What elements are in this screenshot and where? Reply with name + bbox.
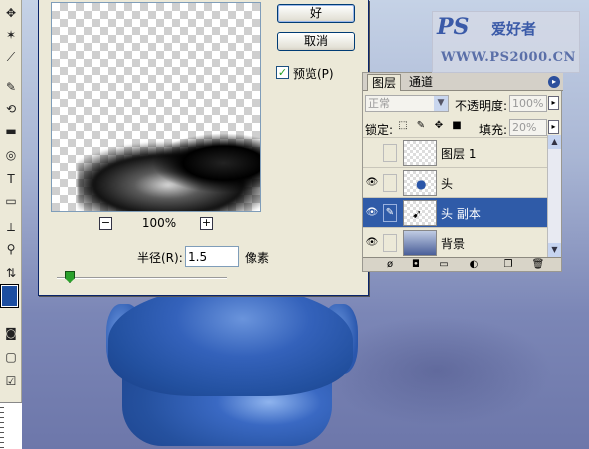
layers-panel-toolbar: ø ◘ ▭ ◐ ❐ 🗑 [363, 257, 561, 271]
tab-layers[interactable]: 图层 [367, 74, 402, 91]
new-group-icon[interactable]: ▭ [437, 258, 451, 272]
canvas-artwork [22, 286, 589, 449]
blue-head-shape [108, 286, 353, 396]
watermark-logo: PS [437, 14, 470, 40]
shape-tool-icon[interactable]: ▭ [2, 192, 20, 210]
adjustment-layer-icon[interactable]: ◐ [467, 258, 481, 272]
chevron-down-icon: ▼ [434, 96, 448, 111]
layer-row-selected[interactable]: 👁 ✎ ➹ 头 副本 [363, 197, 549, 227]
watermark-tagline: 爱好者 [491, 20, 537, 38]
layers-scrollbar[interactable]: ▲ ▼ [547, 135, 561, 257]
new-layer-icon[interactable]: ❐ [501, 258, 515, 272]
quick-mask-icon[interactable]: ◙ [2, 324, 20, 342]
layers-panel: 图层 通道 ▸ 正常 ▼ 不透明度: 100% ▸ 锁定: ⬚ ✎ ✥ ■ 填充… [362, 72, 563, 272]
lock-all-icon[interactable]: ■ [451, 120, 463, 132]
move-tool-icon[interactable]: ✥ [2, 4, 20, 22]
blend-mode-select[interactable]: 正常 ▼ [365, 95, 449, 112]
opacity-arrow-icon[interactable]: ▸ [548, 96, 559, 110]
layer-link-box[interactable] [383, 234, 397, 252]
layer-name: 头 [441, 177, 454, 191]
preview-window[interactable] [51, 2, 261, 212]
lock-transparency-icon[interactable]: ⬚ [397, 120, 409, 132]
layer-thumbnail [403, 230, 437, 256]
eyedropper-tool-icon[interactable]: ⟂ [2, 218, 20, 236]
scroll-down-icon[interactable]: ▼ [548, 243, 561, 257]
layer-row[interactable]: 图层 1 [363, 137, 549, 167]
fill-arrow-icon[interactable]: ▸ [548, 120, 559, 134]
fill-label: 填充: [479, 123, 508, 137]
layer-link-box[interactable] [383, 144, 397, 162]
foreground-color-swatch[interactable] [0, 284, 19, 308]
radius-label: 半径(R): [137, 251, 183, 265]
eye-icon[interactable]: 👁 [365, 236, 379, 250]
zoom-in-button[interactable]: + [200, 217, 213, 230]
tab-channels[interactable]: 通道 [405, 74, 437, 91]
add-mask-icon[interactable]: ◘ [409, 258, 423, 272]
history-brush-icon[interactable]: ⟲ [2, 100, 20, 118]
site-watermark: PS 爱好者 WWW.PS2000.CN [432, 11, 580, 73]
layer-style-icon[interactable]: ø [383, 258, 397, 272]
layer-link-box[interactable] [383, 174, 397, 192]
watermark-url: WWW.PS2000.CN [441, 50, 576, 65]
visibility-toggle[interactable] [365, 146, 379, 160]
blend-mode-value: 正常 [368, 97, 390, 110]
brush-icon[interactable]: ✎ [383, 204, 397, 222]
type-tool-icon[interactable]: T [2, 170, 20, 188]
layer-row[interactable]: 👁 ● 头 [363, 167, 549, 197]
opacity-field[interactable]: 100% [509, 95, 547, 112]
layer-thumbnail: ➹ [403, 200, 437, 226]
gradient-tool-icon[interactable]: ▬ [2, 122, 20, 140]
slice-tool-icon[interactable]: ⟋ [2, 48, 20, 66]
layers-panel-tabbar: 图层 通道 ▸ [363, 73, 563, 91]
radius-unit-label: 像素 [245, 251, 270, 265]
ruler [0, 402, 22, 449]
layer-name: 图层 1 [441, 147, 477, 161]
delete-layer-icon[interactable]: 🗑 [531, 258, 545, 272]
lock-move-icon[interactable]: ✥ [433, 120, 445, 132]
layer-name: 头 副本 [441, 207, 481, 221]
layer-thumbnail: ● [403, 170, 437, 196]
panel-menu-icon[interactable]: ▸ [548, 76, 560, 88]
lock-label: 锁定: [365, 123, 394, 137]
magic-wand-tool-icon[interactable]: ✶ [2, 26, 20, 44]
radius-input[interactable] [185, 246, 239, 267]
zoom-tool-icon[interactable]: ⚲ [2, 240, 20, 258]
eye-icon[interactable]: 👁 [365, 206, 379, 220]
fill-field[interactable]: 20% [509, 119, 547, 136]
jump-to-imageready-icon[interactable]: ☑ [2, 372, 20, 390]
cancel-button[interactable]: 取消 [277, 32, 355, 51]
gaussian-blur-dialog: − 100% + 好 取消 ✓ 预览(P) 半径(R): 像素 [38, 0, 369, 296]
dodge-tool-icon[interactable]: ◎ [2, 146, 20, 164]
layer-thumbnail [403, 140, 437, 166]
eye-icon[interactable]: 👁 [365, 176, 379, 190]
opacity-label: 不透明度: [455, 99, 508, 113]
swap-colors-icon[interactable]: ⇅ [2, 264, 20, 282]
radius-slider-track[interactable] [57, 277, 227, 279]
brush-tool-icon[interactable]: ✎ [2, 78, 20, 96]
scroll-up-icon[interactable]: ▲ [548, 135, 561, 149]
preview-checkbox-label: 预览(P) [293, 67, 334, 81]
layer-row[interactable]: 👁 背景 [363, 227, 549, 257]
toolbox: ✥ ✶ ⟋ ✎ ⟲ ▬ ◎ T ▭ ⟂ ⚲ ⇅ ◙ ▢ ☑ [0, 0, 22, 449]
radius-slider-thumb[interactable] [65, 271, 75, 283]
screen-mode-icon[interactable]: ▢ [2, 348, 20, 366]
layer-name: 背景 [441, 237, 466, 251]
zoom-out-button[interactable]: − [99, 217, 112, 230]
zoom-level: 100% [141, 216, 177, 230]
preview-checkbox[interactable]: ✓ [276, 66, 289, 79]
preview-blurred-shape-dark [152, 133, 260, 193]
lock-paint-icon[interactable]: ✎ [415, 120, 427, 132]
ok-button[interactable]: 好 [277, 4, 355, 23]
